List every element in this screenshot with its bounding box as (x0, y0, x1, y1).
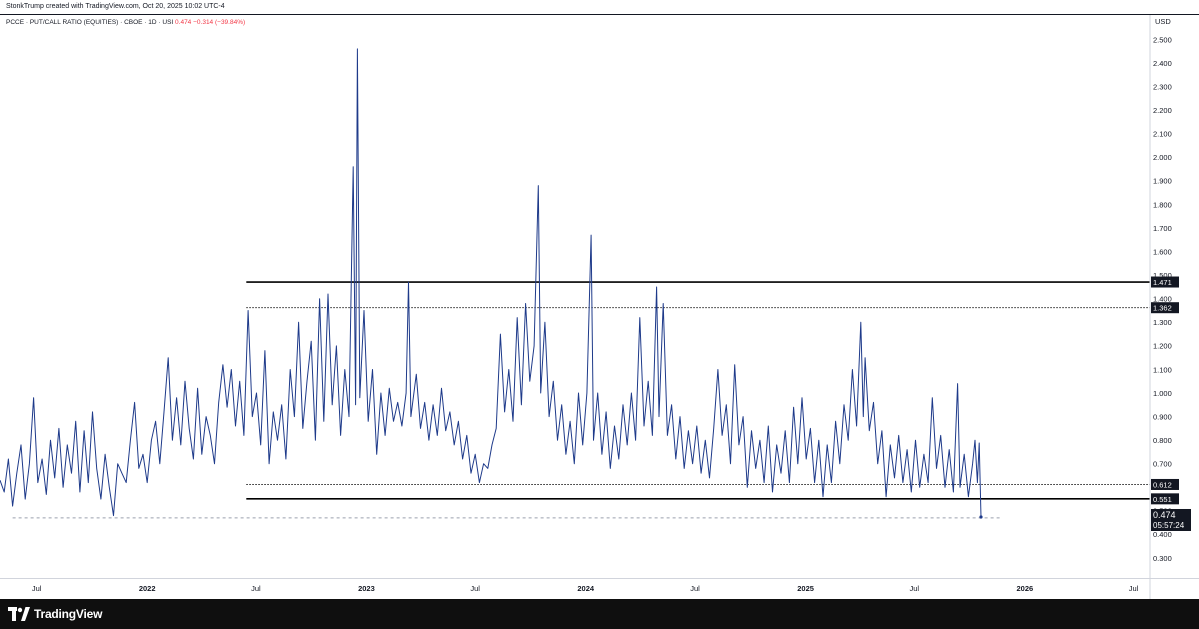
price-label-text: 1.362 (1153, 304, 1172, 313)
x-tick-label: Jul (251, 584, 261, 593)
chart-frame: StonkTrump created with TradingView.com,… (0, 0, 1199, 629)
legend-text: PCCE · PUT/CALL RATIO (EQUITIES) · CBOE … (6, 19, 245, 26)
series-group (0, 48, 983, 519)
x-tick-label: 2026 (1017, 584, 1034, 593)
legend-change: −0.314 (−39.84%) (193, 19, 245, 26)
y-tick-label: 1.300 (1153, 318, 1172, 327)
tradingview-icon (8, 607, 30, 621)
y-tick-label: 0.700 (1153, 460, 1172, 469)
legend-symbol: PCCE · PUT/CALL RATIO (EQUITIES) · CBOE … (6, 19, 175, 26)
tradingview-logo[interactable]: TradingView (8, 607, 102, 621)
last-price-text: 0.474 (1153, 510, 1176, 520)
y-tick-label: 0.900 (1153, 412, 1172, 421)
currency-label: USD (1155, 17, 1171, 26)
horizontal-lines (12, 281, 1150, 519)
countdown-text: 05:57:24 (1153, 521, 1185, 530)
x-tick-label: 2025 (797, 584, 814, 593)
x-tick-label: Jul (1129, 584, 1139, 593)
footer-bar: TradingView (0, 599, 1199, 629)
price-label-text: 0.612 (1153, 480, 1172, 489)
x-tick-label: Jul (470, 584, 480, 593)
legend-last: 0.474 (175, 19, 193, 26)
x-tick-label: Jul (910, 584, 920, 593)
y-tick-label: 0.300 (1153, 554, 1172, 563)
x-axis: Jul 2022 Jul 2023 Jul 2024 Jul 2025 Jul 2026 Jul (0, 578, 1199, 593)
y-tick-label: 2.100 (1153, 130, 1172, 139)
brand-name: TradingView (34, 607, 103, 621)
last-point-marker (979, 515, 983, 519)
y-tick-label: 1.900 (1153, 177, 1172, 186)
y-tick-label: 1.100 (1153, 365, 1172, 374)
y-tick-label: 2.300 (1153, 82, 1172, 91)
price-label-text: 0.551 (1153, 495, 1172, 504)
y-tick-label: 2.500 (1153, 35, 1172, 44)
series-line (0, 48, 982, 518)
x-tick-label: 2023 (358, 584, 375, 593)
x-tick-label: Jul (32, 584, 42, 593)
x-tick-label: 2024 (577, 584, 595, 593)
y-tick-label: 2.000 (1153, 153, 1172, 162)
chart-svg[interactable]: USD 2.500 2.400 2.300 2.200 2.100 2.000 1.900 1.… (0, 0, 1199, 599)
y-tick-label: 2.400 (1153, 59, 1172, 68)
y-tick-label: 0.800 (1153, 436, 1172, 445)
y-tick-label: 0.400 (1153, 530, 1172, 539)
price-label-text: 1.471 (1153, 278, 1172, 287)
y-tick-label: 2.200 (1153, 106, 1172, 115)
y-tick-label: 1.600 (1153, 247, 1172, 256)
y-tick-label: 1.400 (1153, 295, 1172, 304)
legend: PCCE · PUT/CALL RATIO (EQUITIES) · CBOE … (6, 19, 245, 26)
y-tick-label: 1.000 (1153, 389, 1172, 398)
x-tick-label: 2022 (139, 584, 156, 593)
y-tick-label: 1.200 (1153, 342, 1172, 351)
price-labels: 1.471 1.362 0.612 0.551 0.47405:57:24 (1151, 276, 1191, 531)
y-tick-label: 1.800 (1153, 200, 1172, 209)
x-tick-label: Jul (690, 584, 700, 593)
y-tick-label: 1.700 (1153, 224, 1172, 233)
